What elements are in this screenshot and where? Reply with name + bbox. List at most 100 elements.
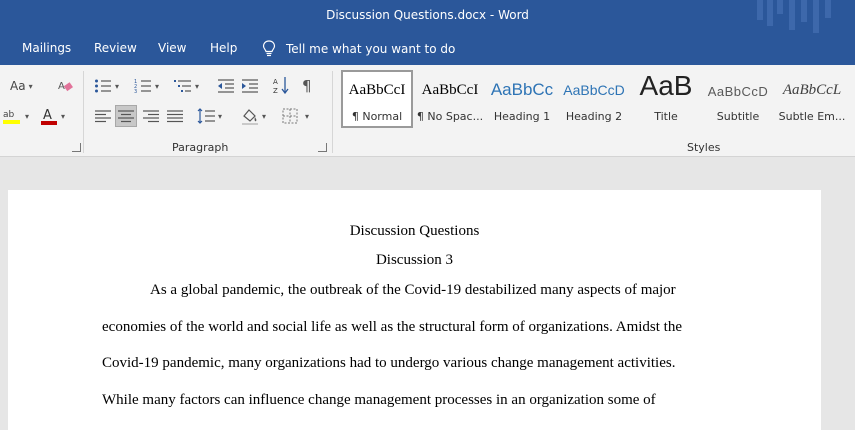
style-subtitle[interactable]: AaBbCcD Subtitle (703, 70, 773, 128)
svg-text:Z: Z (273, 87, 278, 94)
change-case-button[interactable]: Aa ▾ (10, 77, 33, 95)
multilevel-list-icon (174, 80, 191, 92)
style-name: Subtle Em... (778, 110, 846, 123)
style-name: Heading 2 (565, 110, 623, 123)
document-title: Discussion Questions (349, 223, 480, 239)
tell-me-label: Tell me what you want to do (286, 41, 456, 56)
style-sample: AaBbCcD (707, 84, 769, 99)
body-line: As a global pandemic, the outbreak of th… (150, 282, 676, 298)
style-name: ¶ Normal (351, 110, 403, 123)
align-center-button[interactable] (115, 105, 137, 127)
shading-button[interactable]: ▾ (241, 107, 266, 125)
chevron-down-icon: ▾ (305, 111, 310, 121)
title-bar: Discussion Questions.docx - Word (0, 0, 855, 33)
font-color-icon: A (41, 108, 57, 125)
decrease-indent-icon (218, 79, 234, 93)
style-sample: AaBbCcL (782, 82, 842, 98)
chevron-down-icon: ▾ (195, 81, 200, 91)
pilcrow-icon: ¶ (302, 77, 312, 95)
align-center-icon (118, 110, 134, 123)
style-no-spacing[interactable]: AaBbCcI ¶ No Spac... (415, 70, 485, 128)
chevron-down-icon: ▾ (115, 81, 120, 91)
body-line: Covid-19 pandemic, many organizations ha… (102, 355, 676, 371)
style-name: Title (654, 110, 678, 123)
svg-text:ab: ab (3, 110, 15, 120)
highlighter-icon: ab (3, 110, 20, 124)
paragraph-dialog-launcher-icon[interactable] (318, 143, 327, 152)
styles-gallery: AaBbCcI ¶ Normal AaBbCcI ¶ No Spac... Aa… (341, 70, 855, 132)
tab-view[interactable]: View (158, 41, 186, 55)
svg-text:A: A (43, 108, 52, 123)
svg-text:A: A (273, 78, 278, 86)
style-normal[interactable]: AaBbCcI ¶ Normal (341, 70, 413, 128)
line-spacing-icon (197, 108, 215, 124)
align-left-icon (95, 110, 111, 123)
document-canvas[interactable]: Discussion Questions Discussion 3 As a g… (0, 157, 855, 430)
style-sample: AaB (639, 70, 693, 101)
style-sample: AaBbCcI (348, 82, 406, 98)
font-dialog-launcher-icon[interactable] (72, 143, 81, 152)
style-sample: AaBbCcI (421, 82, 479, 98)
borders-button[interactable]: ▾ (282, 107, 309, 125)
svg-text:A: A (58, 81, 65, 92)
change-case-label: Aa (10, 79, 26, 93)
svg-text:3: 3 (134, 89, 137, 94)
chevron-down-icon: ▾ (25, 111, 30, 121)
style-sample: AaBbCcD (563, 82, 625, 98)
chevron-down-icon: ▾ (155, 81, 160, 91)
align-right-button[interactable] (142, 107, 160, 125)
style-name: Heading 1 (493, 110, 551, 123)
sort-icon: A Z (273, 77, 289, 94)
title-bar-decoration (757, 0, 831, 33)
style-subtle-emphasis[interactable]: AaBbCcL Subtle Em... (775, 70, 849, 128)
tab-review[interactable]: Review (94, 41, 137, 55)
chevron-down-icon: ▾ (28, 81, 33, 91)
increase-indent-button[interactable] (241, 77, 259, 95)
multilevel-list-button[interactable]: ▾ (174, 77, 199, 95)
ribbon-home: Aa ▾ A ab ▾ A ▾ ▾ 123 ▾ ▾ A Z ¶ ▾ ▾ ▾ Pa… (0, 65, 855, 157)
line-spacing-button[interactable]: ▾ (197, 107, 222, 125)
tab-mailings[interactable]: Mailings (22, 41, 71, 55)
numbering-button[interactable]: 123 ▾ (134, 77, 159, 95)
style-name: Subtitle (716, 110, 760, 123)
highlight-color-button[interactable]: ab ▾ (2, 107, 29, 125)
paint-bucket-icon (242, 109, 258, 125)
justify-icon (167, 110, 183, 123)
style-partial-next[interactable] (849, 70, 855, 128)
bullets-button[interactable]: ▾ (94, 77, 119, 95)
window-title: Discussion Questions.docx - Word (326, 8, 529, 22)
decrease-indent-button[interactable] (217, 77, 235, 95)
clear-formatting-button[interactable]: A (56, 77, 74, 95)
group-separator (83, 71, 84, 153)
bullets-icon (95, 79, 111, 93)
document-page[interactable]: Discussion Questions Discussion 3 As a g… (8, 190, 821, 430)
numbering-icon: 123 (134, 79, 151, 94)
style-heading-2[interactable]: AaBbCcD Heading 2 (559, 70, 629, 128)
body-line: While many factors can influence change … (102, 392, 656, 408)
tab-help[interactable]: Help (210, 41, 237, 55)
align-left-button[interactable] (94, 107, 112, 125)
font-color-button[interactable]: A ▾ (40, 107, 65, 125)
style-sample: AaBbCc (490, 80, 554, 99)
justify-button[interactable] (166, 107, 184, 125)
style-heading-1[interactable]: AaBbCc Heading 1 (487, 70, 557, 128)
tell-me-search[interactable]: Tell me what you want to do (262, 40, 455, 57)
style-title[interactable]: AaB Title (631, 70, 701, 128)
show-formatting-button[interactable]: ¶ (302, 77, 312, 95)
ribbon-tabs: Mailings Review View Help Tell me what y… (0, 33, 855, 65)
align-right-icon (143, 110, 159, 123)
chevron-down-icon: ▾ (262, 111, 267, 121)
increase-indent-icon (242, 79, 258, 93)
borders-icon (282, 108, 298, 124)
chevron-down-icon: ▾ (218, 111, 223, 121)
body-line: economies of the world and social life a… (102, 319, 682, 335)
chevron-down-icon: ▾ (61, 111, 66, 121)
sort-button[interactable]: A Z (273, 76, 289, 94)
eraser-icon: A (58, 81, 73, 92)
lightbulb-icon (262, 40, 276, 57)
group-separator (332, 71, 333, 153)
styles-group-label: Styles (687, 141, 721, 154)
paragraph-group-label: Paragraph (172, 141, 229, 154)
style-name: ¶ No Spac... (416, 110, 484, 123)
document-subtitle: Discussion 3 (375, 252, 454, 268)
